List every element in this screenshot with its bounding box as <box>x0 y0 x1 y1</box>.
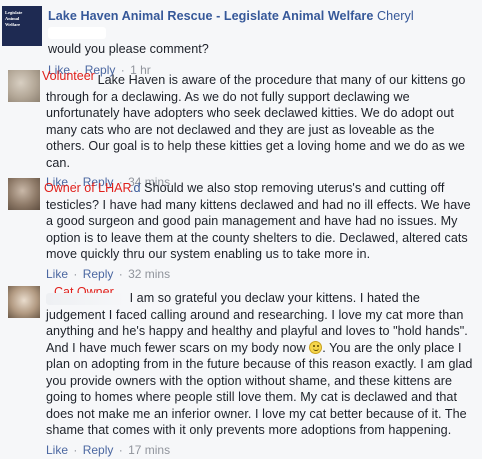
smile-emoji-icon <box>309 340 323 354</box>
comment-body: .d Should we also stop removing uterus's… <box>46 180 474 282</box>
comment-text: Lake Haven is aware of the procedure tha… <box>46 72 474 171</box>
comment-text: .d Should we also stop removing uterus's… <box>46 180 474 263</box>
separator-dot: · <box>118 442 123 457</box>
name-suffix: .d <box>130 181 141 195</box>
logo-line: Welfare <box>5 22 21 27</box>
avatar[interactable] <box>8 70 40 102</box>
redacted-name <box>48 27 106 40</box>
redacted-name <box>46 292 126 305</box>
comment-message: Lake Haven is aware of the procedure tha… <box>46 73 466 170</box>
comment-text: I am so grateful you declaw your kittens… <box>46 290 474 439</box>
like-link[interactable]: Like <box>46 267 68 281</box>
comment-message: Should we also stop removing uterus's an… <box>46 181 471 261</box>
reply-link[interactable]: Reply <box>83 443 114 457</box>
page-avatar-logo[interactable]: Legislate Animal Welfare <box>2 6 42 46</box>
comment-text: Lake Haven Animal Rescue - Legislate Ani… <box>48 8 474 58</box>
separator-dot: · <box>73 442 78 457</box>
timestamp[interactable]: 17 mins <box>128 443 170 457</box>
author-name[interactable]: Lake Haven Animal Rescue - Legislate Ani… <box>48 9 373 23</box>
avatar[interactable] <box>8 178 40 210</box>
tagged-user[interactable]: Cheryl <box>377 9 414 23</box>
separator-dot: · <box>118 266 123 281</box>
comment-body: Lake Haven Animal Rescue - Legislate Ani… <box>48 8 474 78</box>
avatar[interactable] <box>8 286 40 318</box>
redacted-name <box>46 75 94 87</box>
comment-actions: Like · Reply · 32 mins <box>46 266 474 283</box>
comment-body: I am so grateful you declaw your kittens… <box>46 290 474 458</box>
timestamp[interactable]: 32 mins <box>128 267 170 281</box>
separator-dot: · <box>73 266 78 281</box>
like-link[interactable]: Like <box>46 443 68 457</box>
reply-link[interactable]: Reply <box>83 267 114 281</box>
comment-body: Lake Haven is aware of the procedure tha… <box>46 72 474 191</box>
comment-thread: Legislate Animal Welfare Lake Haven Anim… <box>0 0 482 459</box>
comment-message: would you please comment? <box>48 42 209 56</box>
comment-actions: Like · Reply · 17 mins <box>46 442 474 459</box>
